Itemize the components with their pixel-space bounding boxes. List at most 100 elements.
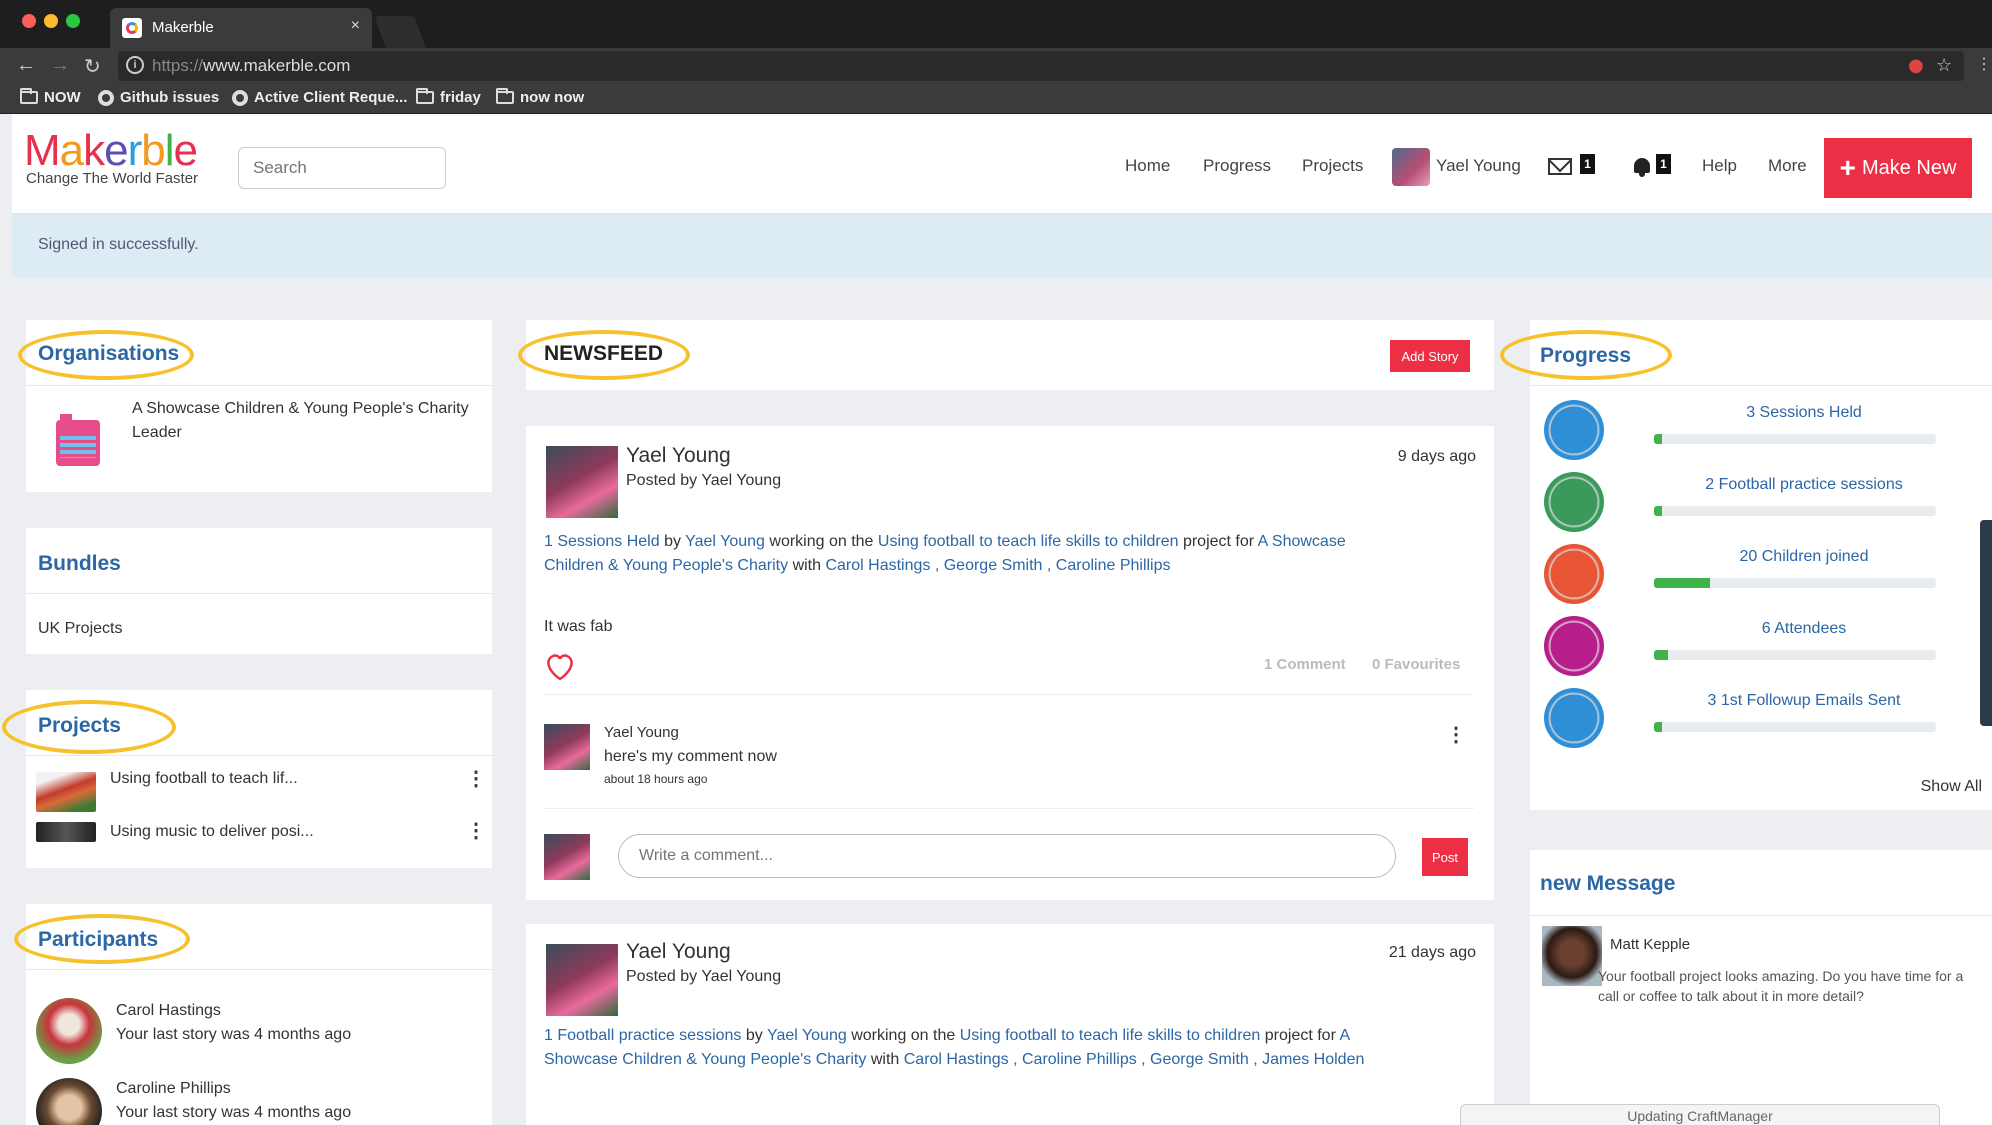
project-link[interactable]: Using football to teach life skills to c… (878, 533, 1179, 550)
avatar[interactable] (544, 724, 590, 770)
avatar[interactable] (546, 944, 618, 1016)
address-bar[interactable]: i https://www.makerble.com ● ☆ (118, 51, 1964, 81)
makerble-logo[interactable]: Makerble (24, 126, 198, 176)
participant-name[interactable]: Carol Hastings (116, 1002, 221, 1020)
by-text: by (664, 533, 681, 550)
progress-bar (1654, 722, 1936, 732)
comments-count[interactable]: 1 Comment (1264, 656, 1346, 673)
user-avatar[interactable] (1392, 148, 1430, 186)
people-links[interactable]: Carol Hastings , George Smith , Caroline… (825, 557, 1170, 574)
organisation-link[interactable]: Showcase Children & Young People's Chari… (544, 1051, 866, 1068)
flash-message: Signed in successfully. (12, 214, 1992, 278)
more-options-icon[interactable]: ⋮ (1446, 725, 1466, 745)
comment-input[interactable] (618, 834, 1396, 878)
activity-link[interactable]: 1 Sessions Held (544, 533, 660, 550)
nav-progress[interactable]: Progress (1203, 156, 1271, 176)
add-story-button[interactable]: Add Story (1390, 340, 1470, 372)
tab-close-icon[interactable]: × (351, 17, 360, 35)
message-sender[interactable]: Matt Kepple (1610, 936, 1690, 953)
highlight-ring (1500, 330, 1672, 380)
progress-bar-fill (1654, 578, 1711, 588)
new-message-title: new Message (1540, 872, 1676, 895)
post-author[interactable]: Yael Young (626, 444, 731, 468)
notifications-badge: 1 (1656, 154, 1671, 174)
organisation-link[interactable]: A (1339, 1027, 1350, 1044)
project-thumbnail[interactable] (36, 822, 96, 842)
extension-icon[interactable]: ● (1908, 55, 1924, 76)
progress-bar-fill (1654, 506, 1663, 516)
progress-label[interactable]: 2 Football practice sessions (1654, 476, 1954, 494)
progress-label[interactable]: 3 1st Followup Emails Sent (1654, 692, 1954, 710)
project-item-football[interactable]: Using football to teach lif... (110, 770, 298, 788)
messages-badge: 1 (1580, 154, 1595, 174)
with-text: with (870, 1051, 900, 1068)
bell-icon[interactable] (1634, 158, 1650, 177)
show-all-link[interactable]: Show All (1921, 778, 1982, 796)
comment-author[interactable]: Yael Young (604, 724, 679, 741)
browser-toolbar: ← → ↻ i https://www.makerble.com ● ☆ ⋮ (0, 48, 1992, 84)
folder-icon (20, 88, 38, 104)
maximize-window-icon[interactable] (66, 14, 80, 28)
new-tab-button[interactable] (374, 16, 426, 48)
nav-home[interactable]: Home (1125, 156, 1170, 176)
search-input[interactable] (238, 147, 446, 189)
reload-icon[interactable]: ↻ (84, 54, 101, 79)
project-for-text: project for (1264, 1027, 1336, 1044)
nav-more[interactable]: More (1768, 156, 1807, 176)
bundle-link[interactable]: UK Projects (38, 620, 122, 638)
participant-name[interactable]: Caroline Phillips (116, 1080, 231, 1098)
make-new-button[interactable]: + Make New (1824, 138, 1972, 198)
bookmark-github[interactable]: Github issues (98, 89, 219, 106)
nav-user-name[interactable]: Yael Young (1436, 156, 1521, 176)
bookmark-now[interactable]: NOW (20, 88, 81, 106)
flash-text: Signed in successfully. (38, 236, 199, 253)
feedback-tab[interactable] (1980, 520, 1992, 726)
working-text: working on the (851, 1027, 956, 1044)
activity-link[interactable]: 1 Football practice sessions (544, 1027, 741, 1044)
bookmark-active-client[interactable]: Active Client Reque... (232, 89, 407, 106)
bundles-title: Bundles (38, 552, 121, 575)
info-icon[interactable]: i (126, 56, 144, 74)
avatar[interactable] (1542, 926, 1602, 986)
avatar[interactable] (36, 1078, 102, 1125)
nav-projects[interactable]: Projects (1302, 156, 1363, 176)
envelope-icon[interactable] (1548, 158, 1572, 175)
browser-tab[interactable]: Makerble × (110, 8, 372, 48)
back-arrow-icon[interactable]: ← (16, 54, 36, 77)
progress-label[interactable]: 3 Sessions Held (1654, 404, 1954, 422)
post-author[interactable]: Yael Young (626, 940, 731, 964)
avatar[interactable] (36, 998, 102, 1064)
minimize-window-icon[interactable] (44, 14, 58, 28)
avatar[interactable] (546, 446, 618, 518)
nav-help[interactable]: Help (1702, 156, 1737, 176)
progress-icon (1544, 472, 1604, 532)
organisation-link[interactable]: A Showcase (1258, 533, 1346, 550)
author-link[interactable]: Yael Young (685, 533, 765, 550)
project-link[interactable]: Using football to teach life skills to c… (960, 1027, 1261, 1044)
folder-icon (416, 88, 434, 104)
more-options-icon[interactable]: ⋮ (466, 821, 486, 841)
project-item-music[interactable]: Using music to deliver posi... (110, 823, 314, 841)
star-icon[interactable]: ☆ (1936, 55, 1952, 76)
organisation-link[interactable]: A Showcase Children & Young People's Cha… (132, 400, 469, 418)
new-message-header: new Message (1530, 850, 1992, 916)
avatar[interactable] (544, 834, 590, 880)
more-options-icon[interactable]: ⋮ (466, 769, 486, 789)
menu-icon[interactable]: ⋮ (1976, 54, 1992, 74)
close-window-icon[interactable] (22, 14, 36, 28)
author-link[interactable]: Yael Young (767, 1027, 847, 1044)
app-header: Makerble Change The World Faster Home Pr… (12, 114, 1992, 214)
people-links[interactable]: Carol Hastings , Caroline Phillips , Geo… (904, 1051, 1365, 1068)
bookmark-now-now[interactable]: now now (496, 88, 584, 106)
post-comment-button[interactable]: Post (1422, 838, 1468, 876)
bookmark-friday[interactable]: friday (416, 88, 481, 106)
project-thumbnail[interactable] (36, 772, 96, 812)
progress-label[interactable]: 6 Attendees (1654, 620, 1954, 638)
browser-titlebar: Makerble × (0, 0, 1992, 48)
heart-icon[interactable] (544, 652, 576, 682)
organisation-link[interactable]: Children & Young People's Charity (544, 557, 788, 574)
by-text: by (745, 1027, 763, 1044)
favourites-count[interactable]: 0 Favourites (1372, 656, 1460, 673)
forward-arrow-icon[interactable]: → (50, 54, 70, 77)
progress-label[interactable]: 20 Children joined (1654, 548, 1954, 566)
